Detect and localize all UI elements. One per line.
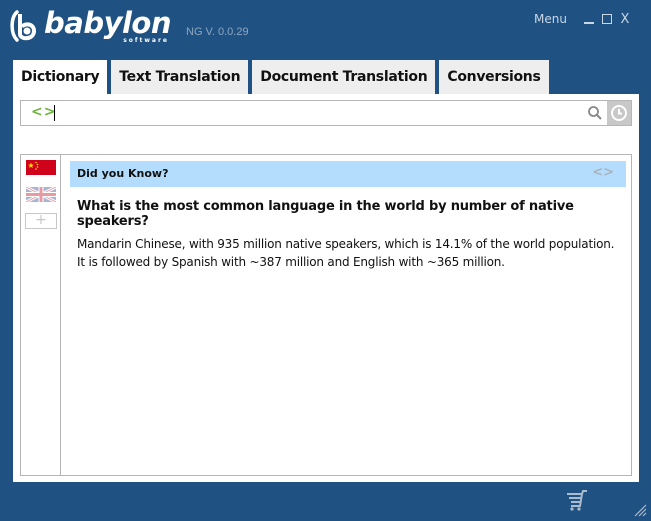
- language-sidebar: +: [21, 155, 61, 475]
- minimize-button[interactable]: [583, 13, 595, 25]
- search-input[interactable]: [53, 103, 573, 121]
- resize-grip-icon[interactable]: [633, 503, 647, 517]
- add-language-button[interactable]: +: [25, 213, 57, 229]
- search-icon[interactable]: [587, 105, 603, 121]
- menu-button[interactable]: Menu: [534, 12, 567, 26]
- window-controls: Menu X: [534, 11, 631, 27]
- tab-text-translation[interactable]: Text Translation: [111, 60, 249, 94]
- dictionary-panel: <> + Did you Know? <> What is the most c…: [13, 94, 639, 482]
- close-button[interactable]: X: [619, 11, 631, 27]
- next-tip-icon[interactable]: <>: [592, 165, 614, 180]
- did-you-know-title: Did you Know?: [77, 167, 169, 180]
- clock-icon: [611, 105, 627, 121]
- maximize-button[interactable]: [601, 13, 613, 25]
- history-button[interactable]: [607, 101, 631, 125]
- shopping-cart-icon[interactable]: [566, 490, 590, 512]
- did-you-know-card: Did you Know? <> What is the most common…: [70, 161, 626, 271]
- text-cursor: [54, 105, 55, 121]
- version-label: NG V. 0.0.29: [186, 26, 249, 38]
- tip-answer: Mandarin Chinese, with 935 million nativ…: [77, 237, 615, 269]
- babylon-logo-icon: [10, 10, 37, 42]
- brand-subtitle: software: [123, 37, 169, 44]
- results-area: + Did you Know? <> What is the most comm…: [20, 154, 632, 476]
- tab-conversions[interactable]: Conversions: [439, 60, 549, 94]
- tab-dictionary[interactable]: Dictionary: [13, 60, 108, 96]
- babylon-logo: babylon software: [8, 6, 172, 48]
- brand-name: babylon: [44, 6, 172, 40]
- uk-flag-icon[interactable]: [26, 187, 56, 202]
- did-you-know-header: Did you Know? <>: [70, 161, 626, 187]
- maximize-icon: [602, 14, 612, 24]
- minimize-icon: [584, 22, 594, 24]
- tab-document-translation[interactable]: Document Translation: [252, 60, 436, 94]
- search-bar: <>: [20, 100, 632, 126]
- china-flag-icon[interactable]: [26, 160, 56, 175]
- close-icon: X: [620, 11, 630, 27]
- main-tabs: Dictionary Text Translation Document Tra…: [13, 60, 553, 96]
- tip-question: What is the most common language in the …: [77, 199, 574, 229]
